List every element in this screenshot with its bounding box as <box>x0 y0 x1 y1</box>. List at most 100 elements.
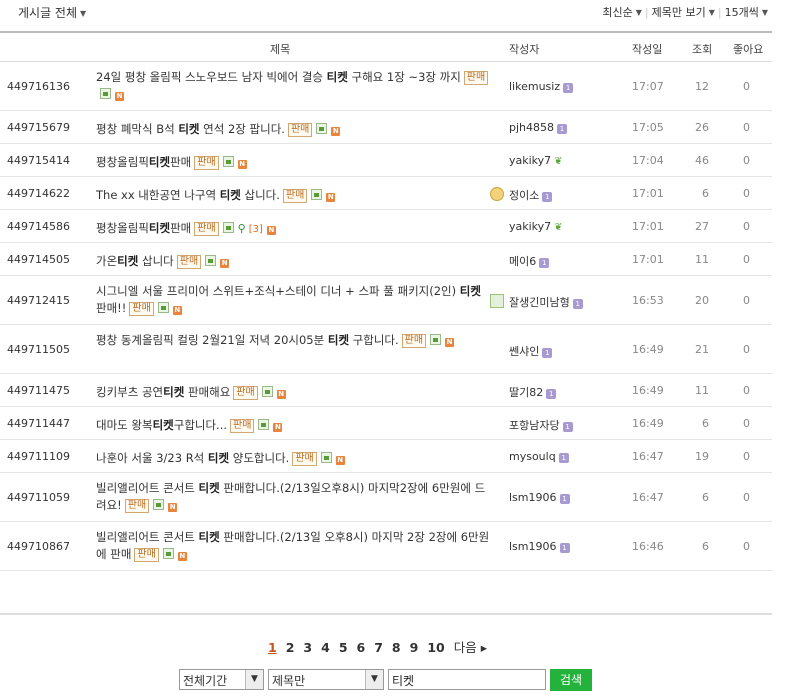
post-title-link[interactable]: 가온티켓 삽니다 판매 N <box>96 253 491 270</box>
page-link[interactable]: 4 <box>321 640 330 655</box>
table-row: 449714586 평창올림픽티켓판매 판매 ⚲ [3] Nyakiky7 ❦ 17:01 27… <box>0 210 772 243</box>
post-title-link[interactable]: 빌리앨리어트 콘서트 티켓 판매합니다.(2/13일 오후8시) 마지막 2장 … <box>96 529 491 563</box>
page-link[interactable]: 5 <box>339 640 348 655</box>
author-link[interactable]: lsm1906 1 <box>509 540 570 553</box>
page-link[interactable]: 7 <box>374 640 383 655</box>
author-link[interactable]: pjh4858 1 <box>509 121 568 134</box>
post-title-link[interactable]: The xx 내한공연 나구역 티켓 삽니다. 판매 N <box>96 187 491 204</box>
post-number: 449714505 <box>7 253 70 266</box>
author-name: lsm1906 <box>509 540 557 553</box>
page-link[interactable]: 1 <box>268 640 277 655</box>
page-size-dropdown[interactable]: 15개씩 ▼ <box>725 6 768 19</box>
view-count: 6 <box>702 187 709 200</box>
sort-dropdown[interactable]: 최신순 ▼ <box>602 6 642 19</box>
author-link[interactable]: 메이6 1 <box>509 253 550 269</box>
sale-badge: 판매 <box>129 302 154 316</box>
sale-badge: 판매 <box>194 156 219 170</box>
table-body: 449716136 24일 평창 올림픽 스노우보드 남자 빅에어 결승 티켓 구… <box>0 62 772 571</box>
comment-count[interactable]: [3] <box>249 224 263 235</box>
page-link[interactable]: 6 <box>357 640 366 655</box>
author-link[interactable]: mysoulq 1 <box>509 450 569 463</box>
title-text: 킹키부츠 공연 <box>96 385 164 399</box>
author-link[interactable]: 딸기82 1 <box>509 384 557 400</box>
post-date: 17:07 <box>632 80 664 93</box>
next-page-link[interactable]: 다음 ▸ <box>454 637 487 656</box>
author-link[interactable]: 포항남자당 1 <box>509 417 573 433</box>
search-scope-select[interactable]: 제목만 ▼ <box>268 669 384 690</box>
page-link[interactable]: 10 <box>427 640 444 655</box>
author-link[interactable]: yakiky7 ❦ <box>509 220 563 233</box>
new-post-icon: N <box>335 456 345 465</box>
author-name: 딸기82 <box>509 386 544 399</box>
like-count: 0 <box>743 294 750 307</box>
post-title-link[interactable]: 평창 동계올림픽 컬링 2월21일 저녁 20시05분 티켓 구합니다. 판매 N <box>96 332 491 349</box>
title-text: 삽니다. <box>240 188 280 202</box>
author-name: lsm1906 <box>509 491 557 504</box>
view-count: 6 <box>702 491 709 504</box>
period-select[interactable]: 전체기간 ▼ <box>179 669 264 690</box>
post-number: 449715679 <box>7 121 70 134</box>
view-count: 26 <box>695 121 709 134</box>
author-link[interactable]: yakiky7 ❦ <box>509 154 563 167</box>
post-number: 449715414 <box>7 154 70 167</box>
search-button[interactable]: 검색 <box>550 669 592 691</box>
separator: | <box>717 6 722 19</box>
author-link[interactable]: 쎈샤인 1 <box>509 343 553 359</box>
table-row: 449711505 평창 동계올림픽 컬링 2월21일 저녁 20시05분 티켓 … <box>0 325 772 374</box>
new-post-icon: N <box>266 226 276 235</box>
author-link[interactable]: 정이소 1 <box>509 187 553 203</box>
page-link[interactable]: 2 <box>286 640 295 655</box>
post-title-link[interactable]: 킹키부츠 공연티켓 판매해요 판매 N <box>96 384 491 401</box>
post-filter-label: 게시글 전체 <box>18 6 78 20</box>
new-post-icon: N <box>115 92 124 101</box>
new-post-icon: N <box>326 193 336 202</box>
page-link[interactable]: 9 <box>410 640 419 655</box>
search-input-value: 티켓 <box>392 674 415 688</box>
chevron-down-icon: ▼ <box>245 670 263 689</box>
view-count: 6 <box>702 417 709 430</box>
pagination: 1 2 3 4 5 6 7 8 9 10 다음 ▸ <box>268 637 496 656</box>
post-title-link[interactable]: 평창올림픽티켓판매 판매 N <box>96 154 491 171</box>
post-title-link[interactable]: 평창 폐막식 B석 티켓 연석 2장 팝니다. 판매 N <box>96 121 491 138</box>
post-title-link[interactable]: 대마도 왕복티켓구합니다... 판매 N <box>96 417 491 434</box>
image-attached-icon <box>222 156 234 167</box>
view-count: 6 <box>702 540 709 553</box>
title-keyword: 티켓 <box>152 418 174 432</box>
post-date: 16:53 <box>632 294 664 307</box>
page-link[interactable]: 8 <box>392 640 401 655</box>
author-name: 잘생긴미남형 <box>509 296 570 309</box>
like-count: 0 <box>743 384 750 397</box>
post-title-link[interactable]: 24일 평창 올림픽 스노우보드 남자 빅에어 결승 티켓 구해요 1장 ~3장… <box>96 69 491 103</box>
new-post-icon: N <box>168 503 178 512</box>
author-link[interactable]: lsm1906 1 <box>509 491 570 504</box>
post-date: 16:46 <box>632 540 664 553</box>
post-date: 16:47 <box>632 450 664 463</box>
author-link[interactable]: 잘생긴미남형 1 <box>509 294 583 310</box>
table-row: 449711109 나훈아 서울 3/23 R석 티켓 양도합니다. 판매 Nmyso… <box>0 440 772 473</box>
sale-badge: 판매 <box>194 222 219 236</box>
post-title-link[interactable]: 빌리앨리어트 콘서트 티켓 판매합니다.(2/13일오후8시) 마지막2장에 6… <box>96 480 491 514</box>
post-title-link[interactable]: 시그니엘 서울 프리미어 스위트+조식+스테이 디너 + 스파 풀 패키지(2인… <box>96 283 491 317</box>
post-title-link[interactable]: 평창올림픽티켓판매 판매 ⚲ [3] N <box>96 220 491 238</box>
author-name: pjh4858 <box>509 121 555 134</box>
title-keyword: 티켓 <box>117 254 139 268</box>
post-filter-dropdown[interactable]: 게시글 전체 ▼ <box>18 4 86 21</box>
search-input[interactable]: 티켓 <box>388 669 546 690</box>
chevron-down-icon: ▼ <box>80 9 87 18</box>
post-title-link[interactable]: 나훈아 서울 3/23 R석 티켓 양도합니다. 판매 N <box>96 450 491 467</box>
title-keyword: 티켓 <box>327 333 350 347</box>
author-link[interactable]: likemusiz 1 <box>509 80 574 93</box>
member-level-icon: 1 <box>572 299 583 309</box>
sale-badge: 판매 <box>463 71 489 85</box>
image-attached-icon <box>153 499 165 510</box>
board-toolbar: 게시글 전체 ▼ 최신순 ▼ | 제목만 보기 ▼ | 15개씩 ▼ <box>0 0 772 22</box>
title-keyword: 티켓 <box>163 385 185 399</box>
chevron-down-icon: ▼ <box>365 670 383 689</box>
post-number: 449716136 <box>7 80 70 93</box>
view-mode-dropdown[interactable]: 제목만 보기 ▼ <box>652 6 715 19</box>
table-row: 449711059 빌리앨리어트 콘서트 티켓 판매합니다.(2/13일오후8시)… <box>0 473 772 522</box>
title-keyword: 티켓 <box>219 188 241 202</box>
page-link[interactable]: 3 <box>303 640 312 655</box>
avatar-icon <box>490 187 504 201</box>
title-text: 가온 <box>96 254 118 268</box>
